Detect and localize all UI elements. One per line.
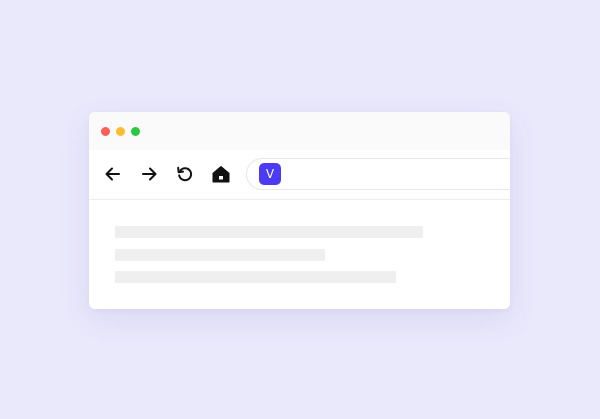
placeholder-line: [115, 249, 325, 261]
back-button[interactable]: [101, 162, 125, 186]
site-favicon-letter: V: [265, 167, 275, 181]
address-bar[interactable]: V: [246, 158, 510, 190]
maximize-window-button[interactable]: [131, 127, 140, 136]
close-window-button[interactable]: [101, 127, 110, 136]
window-titlebar: [89, 112, 510, 150]
home-button[interactable]: [209, 162, 233, 186]
placeholder-line: [115, 271, 396, 283]
reload-icon: [177, 166, 193, 182]
site-favicon-icon: V: [259, 163, 281, 185]
browser-toolbar: V: [89, 150, 510, 200]
reload-button[interactable]: [173, 162, 197, 186]
arrow-right-icon: [142, 167, 157, 181]
minimize-window-button[interactable]: [116, 127, 125, 136]
arrow-left-icon: [105, 167, 120, 181]
placeholder-line: [115, 226, 423, 238]
forward-button[interactable]: [137, 162, 161, 186]
home-icon: [212, 166, 230, 183]
browser-window: V: [89, 112, 510, 309]
